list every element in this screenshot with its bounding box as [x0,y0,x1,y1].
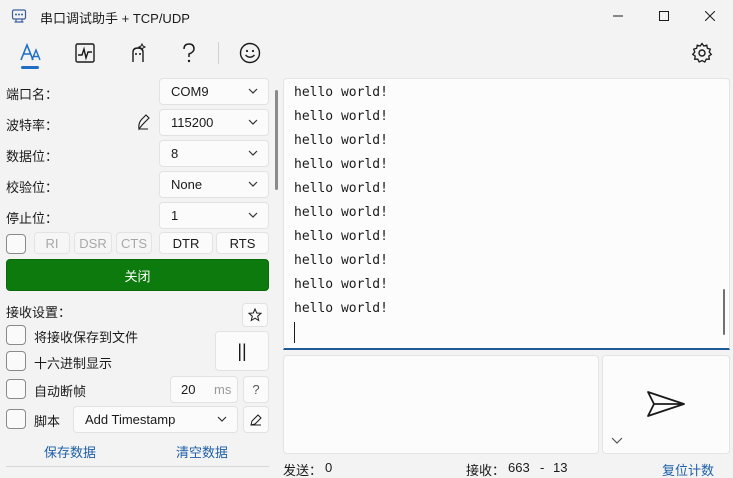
baud-label: 波特率： [6,118,59,133]
magic-icon[interactable] [124,39,152,67]
receive-line: hello world! [294,85,388,100]
left-panel-scrollbar[interactable] [275,90,278,190]
script-checkbox[interactable] [6,409,26,429]
auto-frame-help-button[interactable]: ? [243,376,269,403]
receive-line: hello world! [294,109,388,124]
receive-line: hello world! [294,157,388,172]
save-data-link[interactable]: 保存数据 [44,442,96,461]
toolbar-separator [218,42,219,64]
port-label: 端口名： [6,87,59,102]
frame-timeout-input[interactable]: 20 ms [170,376,238,403]
receive-line: hello world! [294,277,388,292]
maximize-button[interactable] [641,0,687,32]
receive-line: hello world! [294,181,388,196]
receive-line: hello world! [294,133,388,148]
help-icon[interactable] [175,39,203,67]
sent-count: 0 [325,460,333,475]
receive-line: hello world! [294,301,388,316]
chart-icon[interactable] [71,39,99,67]
script-select[interactable]: Add Timestamp [73,406,238,433]
minimize-button[interactable] [595,0,641,32]
font-icon[interactable] [16,39,44,67]
title-bar: 串口调试助手 + TCP/UDP [0,0,733,32]
receive-textarea[interactable]: hello world! hello world! hello world! h… [283,78,730,350]
hex-display-label: 十六进制显示 [34,356,113,371]
left-panel-divider [6,466,269,467]
parity-label: 校验位： [6,180,59,195]
hex-display-checkbox[interactable] [6,351,26,371]
smiley-icon[interactable] [236,39,264,67]
recv-extra-count: 13 [553,460,568,475]
minimize-icon [613,15,623,17]
databits-label: 数据位： [6,149,59,164]
parity-value: None [171,177,203,192]
auto-frame-checkbox[interactable] [6,379,26,399]
stopbits-value: 1 [171,208,179,223]
script-label: 脚本 [34,414,61,429]
databits-select[interactable]: 8 [159,140,269,167]
script-value: Add Timestamp [85,412,176,427]
cts-button: CTS [116,232,152,254]
port-value: COM9 [171,84,209,99]
dsr-button: DSR [74,232,112,254]
close-icon [705,11,715,21]
chevron-down-icon [248,150,258,156]
auto-frame-label: 自动断帧 [34,384,87,399]
rts-button[interactable]: RTS [216,232,269,254]
save-to-file-label: 将接收保存到文件 [34,330,139,345]
chevron-down-icon [248,119,258,125]
send-button[interactable] [602,355,730,454]
recv-label: 接收： [466,463,506,478]
chevron-down-icon [248,88,258,94]
gear-icon[interactable] [688,39,716,67]
chevron-down-icon [611,437,623,444]
sent-label: 发送： [283,463,323,478]
receive-line: hello world! [294,253,388,268]
stopbits-select[interactable]: 1 [159,202,269,229]
ri-button: RI [34,232,70,254]
baud-value: 115200 [171,115,214,130]
frame-timeout-value: 20 [181,382,196,397]
recv-count: 663 [508,460,530,475]
close-port-button[interactable]: 关闭 [6,259,269,291]
chevron-down-icon [248,212,258,218]
favorite-button[interactable] [242,303,268,327]
baud-edit-icon[interactable] [136,113,152,134]
save-to-file-checkbox[interactable] [6,325,26,345]
clear-data-link[interactable]: 清空数据 [176,442,228,461]
send-textarea[interactable] [283,355,599,454]
baud-select[interactable]: 115200 [159,109,269,136]
databits-value: 8 [171,146,179,161]
stopbits-label: 停止位： [6,211,59,226]
send-icon [647,391,685,417]
port-select[interactable]: COM9 [159,78,269,105]
receive-line: hello world! [294,229,388,244]
receive-scrollbar[interactable] [723,289,725,335]
pause-icon: || [237,340,247,361]
receive-line: hello world! [294,205,388,220]
chevron-down-icon [248,181,258,187]
reset-counter-link[interactable]: 复位计数 [662,460,714,478]
pen-icon [250,413,262,426]
frame-timeout-unit: ms [214,382,232,397]
script-edit-button[interactable] [243,406,269,433]
dtr-button[interactable]: DTR [159,232,213,254]
pause-button[interactable]: || [215,331,269,371]
close-window-button[interactable] [687,0,733,32]
app-icon [11,8,27,24]
chevron-down-icon [217,416,227,422]
star-icon [248,308,262,322]
pins-checkbox[interactable] [6,234,26,254]
window-title: 串口调试助手 + TCP/UDP [40,11,190,26]
active-tab-indicator [21,66,39,69]
text-caret [294,322,295,343]
maximize-icon [659,11,669,21]
parity-select[interactable]: None [159,171,269,198]
receive-settings-title: 接收设置： [6,305,72,320]
recv-separator: - [540,460,545,475]
